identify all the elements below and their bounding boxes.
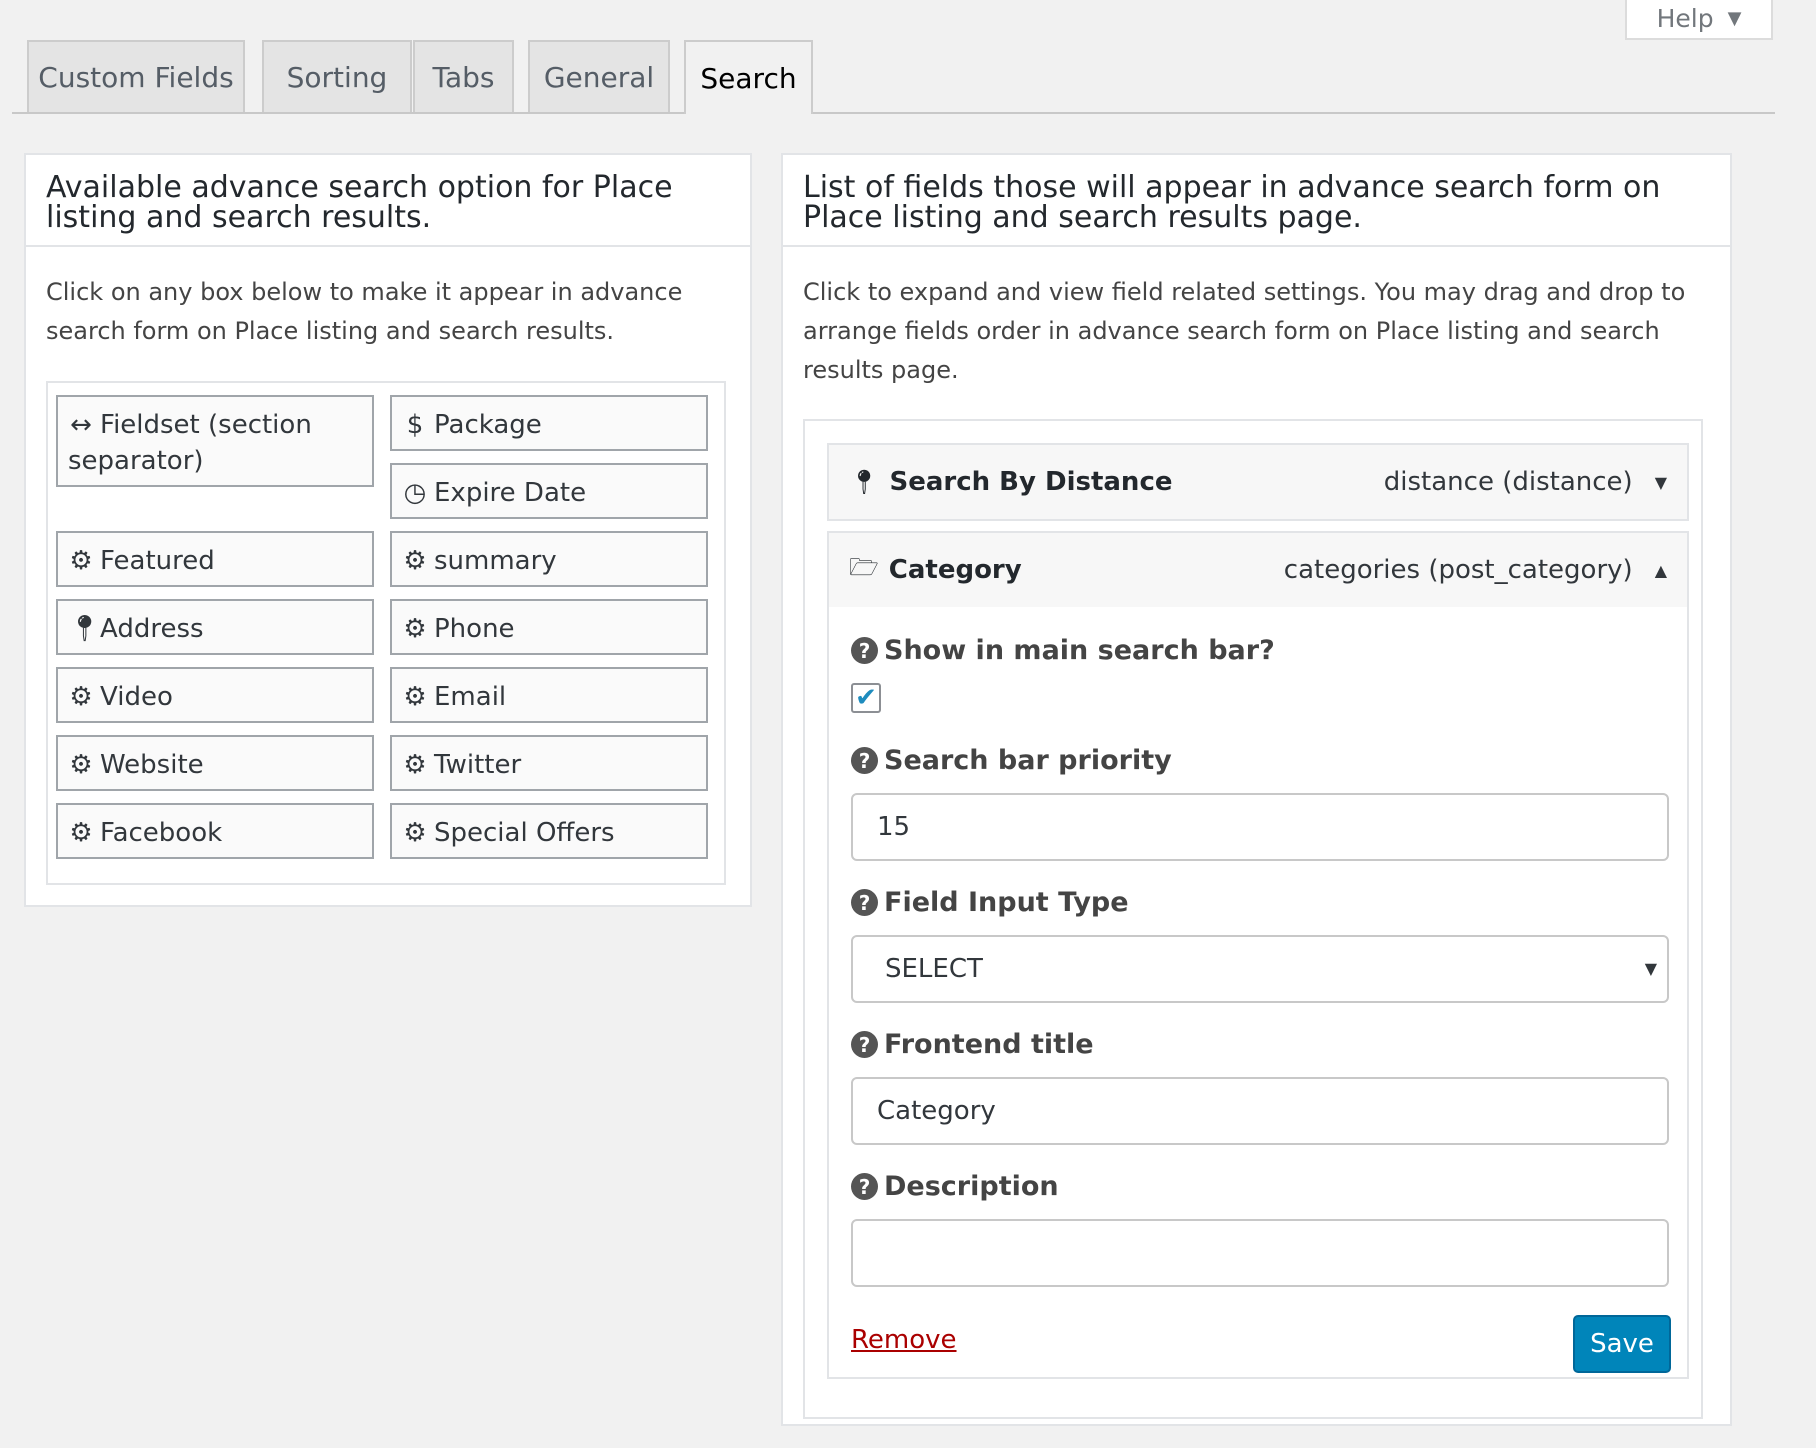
show-in-main-label: ? Show in main search bar? bbox=[851, 635, 1275, 666]
help-icon[interactable]: ? bbox=[851, 889, 878, 916]
description-label: ? Description bbox=[851, 1171, 1059, 1202]
help-tab-button[interactable]: Help ▼ bbox=[1625, 0, 1773, 40]
clock-icon: ◷ bbox=[403, 478, 427, 508]
remove-link[interactable]: Remove bbox=[851, 1325, 957, 1355]
available-options-panel: Available advance search option for Plac… bbox=[24, 153, 752, 907]
field-title: Category bbox=[888, 555, 1022, 585]
tab-bar: Custom Fields Sorting Tabs General Searc… bbox=[12, 40, 1775, 114]
help-icon[interactable]: ? bbox=[851, 1031, 878, 1058]
tab-sorting[interactable]: Sorting bbox=[262, 40, 412, 112]
option-twitter[interactable]: ⚙ Twitter bbox=[390, 735, 708, 791]
priority-label: ? Search bar priority bbox=[851, 745, 1172, 776]
field-meta: categories (post_category) bbox=[1283, 555, 1633, 585]
field-row-category: 🗁 Category categories (post_category) ▲ … bbox=[827, 531, 1689, 1379]
option-website[interactable]: ⚙ Website bbox=[56, 735, 374, 791]
tab-search[interactable]: Search bbox=[684, 40, 813, 114]
search-fields-list: 📍︎ Search By Distance distance (distance… bbox=[803, 419, 1703, 1419]
save-button[interactable]: Save bbox=[1573, 1315, 1671, 1373]
field-meta: distance (distance) bbox=[1383, 467, 1633, 497]
gear-icon: ⚙ bbox=[69, 546, 93, 576]
help-icon[interactable]: ? bbox=[851, 747, 878, 774]
option-featured[interactable]: ⚙ Featured bbox=[56, 531, 374, 587]
dollar-icon: $ bbox=[406, 410, 424, 440]
search-options-list: ↔ Fieldset (section separator) $ Package ◷… bbox=[46, 381, 726, 885]
frontend-title-input[interactable]: Category bbox=[851, 1077, 1669, 1145]
selected-fields-panel: List of fields those will appear in adva… bbox=[781, 153, 1732, 1426]
gear-icon: ⚙ bbox=[403, 818, 427, 848]
gear-icon: ⚙ bbox=[69, 818, 93, 848]
tab-tabs[interactable]: Tabs bbox=[413, 40, 514, 112]
gear-icon: ⚙ bbox=[403, 750, 427, 780]
map-marker-icon: 📍︎ bbox=[849, 468, 880, 496]
option-facebook[interactable]: ⚙ Facebook bbox=[56, 803, 374, 859]
option-expire-date[interactable]: ◷ Expire Date bbox=[390, 463, 708, 519]
option-special-offers[interactable]: ⚙ Special Offers bbox=[390, 803, 708, 859]
option-video[interactable]: ⚙ Video bbox=[56, 667, 374, 723]
gear-icon: ⚙ bbox=[403, 682, 427, 712]
right-panel-title: List of fields those will appear in adva… bbox=[783, 155, 1730, 247]
triangle-down-icon: ▼ bbox=[1727, 7, 1742, 29]
left-panel-description: Click on any box below to make it appear… bbox=[46, 278, 683, 345]
option-fieldset[interactable]: ↔ Fieldset (section separator) bbox=[56, 395, 374, 487]
chevron-down-icon: ▼ bbox=[1644, 959, 1657, 978]
help-label: Help bbox=[1656, 3, 1714, 33]
map-marker-icon: 📍︎ bbox=[68, 614, 102, 644]
arrows-horizontal-icon: ↔ bbox=[70, 410, 92, 440]
frontend-title-label: ? Frontend title bbox=[851, 1029, 1094, 1060]
option-package[interactable]: $ Package bbox=[390, 395, 708, 451]
field-row-header[interactable]: 🗁 Category categories (post_category) ▲ bbox=[829, 533, 1687, 607]
priority-input[interactable]: 15 bbox=[851, 793, 1669, 861]
field-title: Search By Distance bbox=[889, 467, 1173, 497]
tab-custom-fields[interactable]: Custom Fields bbox=[27, 40, 245, 112]
gear-icon: ⚙ bbox=[403, 614, 427, 644]
input-type-select[interactable]: SELECT ▼ bbox=[851, 935, 1669, 1003]
option-email[interactable]: ⚙ Email bbox=[390, 667, 708, 723]
option-phone[interactable]: ⚙ Phone bbox=[390, 599, 708, 655]
help-icon[interactable]: ? bbox=[851, 1173, 878, 1200]
input-type-label: ? Field Input Type bbox=[851, 887, 1129, 918]
description-input[interactable] bbox=[851, 1219, 1669, 1287]
left-panel-title: Available advance search option for Plac… bbox=[26, 155, 750, 247]
caret-down-icon[interactable]: ▼ bbox=[1655, 473, 1667, 492]
folder-open-icon: 🗁 bbox=[849, 552, 879, 581]
right-panel-description: Click to expand and view field related s… bbox=[803, 278, 1686, 384]
gear-icon: ⚙ bbox=[69, 750, 93, 780]
show-in-main-checkbox[interactable]: ✔ bbox=[851, 683, 881, 713]
field-row-header[interactable]: 📍︎ Search By Distance distance (distance… bbox=[829, 445, 1687, 519]
tab-general[interactable]: General bbox=[528, 40, 670, 112]
checkmark-icon: ✔ bbox=[855, 683, 877, 713]
option-summary[interactable]: ⚙ summary bbox=[390, 531, 708, 587]
gear-icon: ⚙ bbox=[69, 682, 93, 712]
category-settings: ? Show in main search bar? ✔ ? Search ba… bbox=[829, 607, 1687, 1377]
option-address[interactable]: 📍︎Address bbox=[56, 599, 374, 655]
caret-up-icon[interactable]: ▲ bbox=[1655, 561, 1667, 580]
field-row-distance[interactable]: 📍︎ Search By Distance distance (distance… bbox=[827, 443, 1689, 521]
help-icon[interactable]: ? bbox=[851, 637, 878, 664]
gear-icon: ⚙ bbox=[403, 546, 427, 576]
